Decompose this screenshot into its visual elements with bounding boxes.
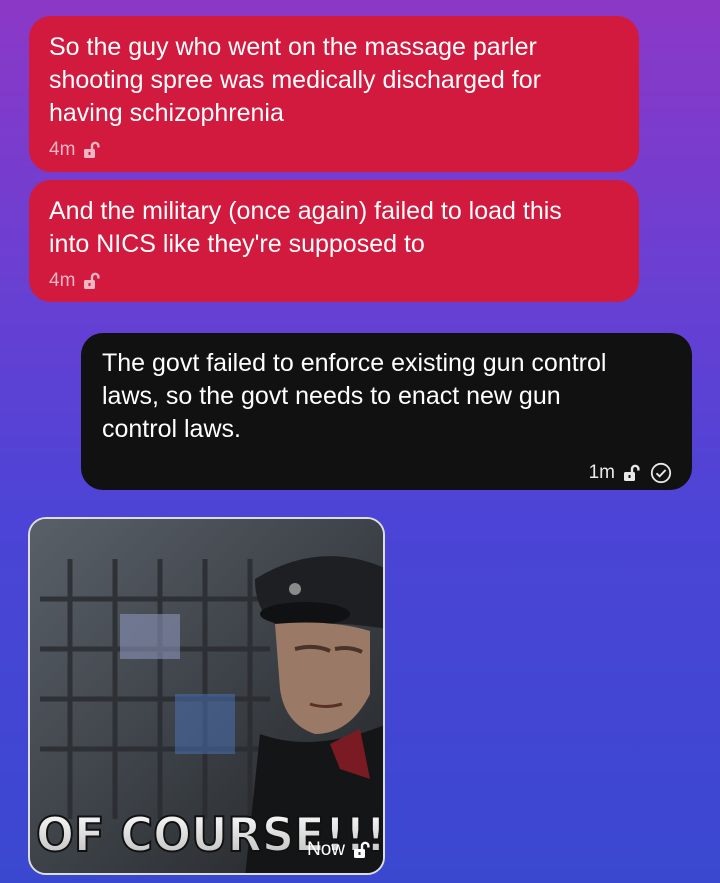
lock-icon xyxy=(623,464,641,482)
meme-image: OF COURSE!!! xyxy=(30,519,383,873)
image-message[interactable]: OF COURSE!!! Now xyxy=(28,517,385,875)
message-text-line: The govt failed to enforce existing gun … xyxy=(102,349,607,377)
message-text-line: So the guy who went on the massage parle… xyxy=(49,33,537,61)
message-timestamp: 1m xyxy=(588,462,615,483)
message-bubble-incoming[interactable]: So the guy who went on the massage parle… xyxy=(29,16,639,172)
read-check-icon xyxy=(650,462,672,484)
message-meta: 4m xyxy=(49,140,619,160)
message-timestamp: Now xyxy=(306,839,345,860)
message-timestamp: 4m xyxy=(49,139,76,160)
message-timestamp: 4m xyxy=(49,270,76,291)
message-meta: 4m xyxy=(49,271,619,291)
message-bubble-outgoing[interactable]: The govt failed to enforce existing gun … xyxy=(81,333,692,490)
message-meta: 1m xyxy=(102,462,672,484)
lock-icon xyxy=(83,141,101,159)
message-meta: Now xyxy=(307,839,371,861)
message-text-line: laws, so the govt needs to enact new gun xyxy=(102,382,561,410)
message-text-line: control laws. xyxy=(102,415,241,443)
message-bubble-incoming[interactable]: And the military (once again) failed to … xyxy=(29,180,639,302)
message-text-line: having schizophrenia xyxy=(49,99,284,127)
message-text-line: shooting spree was medically discharged … xyxy=(49,66,541,94)
lock-icon xyxy=(83,272,101,290)
message-text-line: And the military (once again) failed to … xyxy=(49,197,562,225)
message-text-line: into NICS like they're supposed to xyxy=(49,230,425,258)
lock-icon xyxy=(353,841,371,859)
